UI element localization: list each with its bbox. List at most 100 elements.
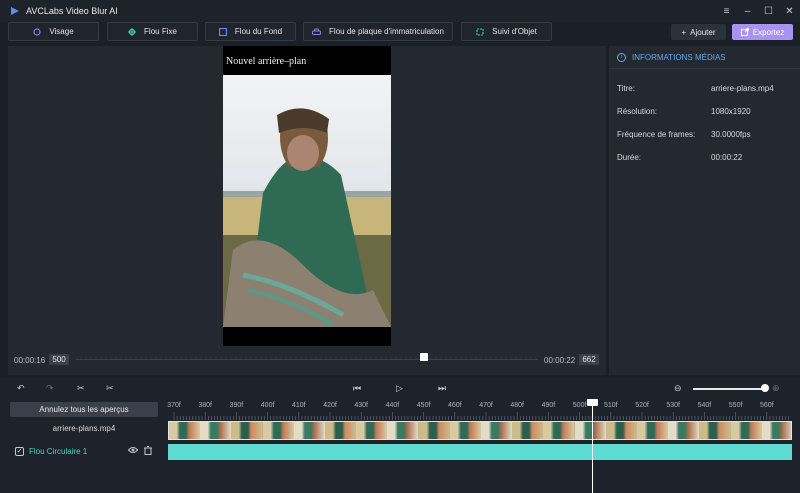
media-info-title: INFORMATIONS MÉDIAS <box>632 52 726 62</box>
split-icon[interactable]: ✂ <box>77 383 85 394</box>
current-frame-input[interactable]: 500 <box>49 354 69 365</box>
ruler-label: 550f <box>728 402 743 409</box>
redo-icon[interactable]: ↷ <box>46 383 54 394</box>
ruler-label: 440f <box>385 402 400 409</box>
playhead[interactable] <box>592 402 593 493</box>
video-preview[interactable]: Nouvel arrière–plan <box>223 46 391 346</box>
play-icon[interactable]: ▷ <box>396 383 403 394</box>
playhead-handle[interactable] <box>587 399 598 406</box>
filmstrip-frame <box>481 422 512 439</box>
ruler-label: 410f <box>291 402 306 409</box>
zoom-slider[interactable] <box>693 388 765 390</box>
video-frame <box>223 75 391 327</box>
layer-name: Flou Circulaire 1 <box>29 446 88 456</box>
zoom-slider-knob[interactable] <box>761 384 769 392</box>
scrubber-handle[interactable] <box>420 353 428 361</box>
background-icon <box>218 27 227 36</box>
info-value-resolution: 1080x1920 <box>711 107 751 116</box>
app-logo-icon <box>11 7 19 15</box>
filmstrip-frame <box>574 422 606 439</box>
blur-layer-row[interactable]: ✓ Flou Circulaire 1 <box>10 444 158 458</box>
zoom-out-icon[interactable]: ⊖ <box>674 383 682 394</box>
media-info-panel: i INFORMATIONS MÉDIAS Titre: arriere-pla… <box>609 46 800 375</box>
timeline-panel: ↶ ↷ ✂ ✂ ⏮ ▷ ⏭ ⊖ ⊕ Annulez tous les aperç… <box>0 378 800 493</box>
info-value-duration: 00:00:22 <box>711 153 743 162</box>
ruler-label: 480f <box>510 402 524 409</box>
previous-frame-icon[interactable]: ⏮ <box>353 383 361 394</box>
end-frame-input[interactable]: 662 <box>579 354 599 365</box>
car-icon <box>312 27 322 35</box>
export-label: Exportez <box>752 27 785 37</box>
object-track-button[interactable]: Suivi d'Objet <box>461 22 552 41</box>
filmstrip-frame <box>637 422 668 439</box>
target-icon <box>476 27 484 36</box>
blur-layer-bar[interactable] <box>168 444 792 460</box>
toolbar: Visage Flou Fixe Flou du Fond Flou de pl… <box>0 22 800 44</box>
minimize-icon[interactable]: – <box>737 0 758 22</box>
title-bar: AVCLabs Video Blur AI ≡ – ☐ ✕ <box>0 0 800 22</box>
cut-icon[interactable]: ✂ <box>106 383 114 394</box>
menu-icon[interactable]: ≡ <box>716 0 737 22</box>
export-button[interactable]: Exportez <box>732 24 793 40</box>
maximize-icon[interactable]: ☐ <box>758 0 779 22</box>
info-label-duration: Durée: <box>617 153 642 162</box>
filmstrip-frame <box>512 422 544 439</box>
trash-icon[interactable] <box>144 446 152 455</box>
crosshair-icon <box>128 27 137 36</box>
background-blur-button[interactable]: Flou du Fond <box>205 22 296 41</box>
face-icon <box>33 27 41 36</box>
face-blur-button[interactable]: Visage <box>8 22 99 41</box>
ruler-label: 400f <box>260 402 275 409</box>
filmstrip-frame <box>231 422 263 439</box>
current-time: 00:00:16 <box>14 356 46 365</box>
filmstrip-frame <box>169 422 200 439</box>
export-icon <box>740 28 749 36</box>
ruler-label: 420f <box>323 402 337 409</box>
background-blur-label: Flou du Fond <box>234 27 283 36</box>
info-value-title: arriere-plans.mp4 <box>711 84 774 93</box>
plate-blur-button[interactable]: Flou de plaque d'immatriculation <box>303 22 453 41</box>
eye-icon[interactable] <box>128 446 138 454</box>
ruler-label: 450f <box>416 402 431 409</box>
ruler-label: 460f <box>447 402 462 409</box>
undo-icon[interactable]: ↶ <box>17 383 25 394</box>
ruler-label: 380f <box>198 402 212 409</box>
object-track-label: Suivi d'Objet <box>492 27 537 36</box>
info-value-framerate: 30.0000fps <box>711 130 751 139</box>
fixed-blur-button[interactable]: Flou Fixe <box>107 22 198 41</box>
face-blur-label: Visage <box>49 27 74 36</box>
undo-all-previews-label: Annulez tous les aperçus <box>39 405 129 414</box>
video-filmstrip[interactable] <box>168 421 792 440</box>
close-icon[interactable]: ✕ <box>779 0 800 22</box>
filmstrip-frame <box>356 422 388 439</box>
undo-all-previews-button[interactable]: Annulez tous les aperçus <box>10 402 158 417</box>
ruler-label: 540f <box>697 402 712 409</box>
zoom-in-icon[interactable]: ⊕ <box>772 383 780 394</box>
ruler-label: 430f <box>354 402 368 409</box>
info-icon: i <box>617 52 626 62</box>
filmstrip-frame <box>262 422 294 439</box>
video-scene-image <box>223 108 391 327</box>
ruler-ticks <box>173 412 789 420</box>
video-track-name: arriere-plans.mp4 <box>52 424 116 433</box>
ruler-label: 490f <box>541 402 556 409</box>
ruler-label: 470f <box>479 402 493 409</box>
current-frame-value: 500 <box>52 355 66 364</box>
end-time: 00:00:22 <box>544 356 576 365</box>
filmstrip-frame <box>418 422 450 439</box>
app-title: AVCLabs Video Blur AI <box>26 6 118 16</box>
ruler-label: 390f <box>229 402 244 409</box>
filmstrip-frame <box>761 422 791 439</box>
next-frame-icon[interactable]: ⏭ <box>438 383 446 394</box>
filmstrip-frame <box>605 422 637 439</box>
end-frame-value: 662 <box>582 355 596 364</box>
scrubber-ticks <box>76 357 537 360</box>
filmstrip-frame <box>293 422 325 439</box>
add-button[interactable]: + Ajouter <box>671 24 726 40</box>
filmstrip-frame <box>325 422 356 439</box>
layer-visibility-checkbox[interactable]: ✓ <box>15 446 24 456</box>
ruler-label: 530f <box>666 402 680 409</box>
fixed-blur-label: Flou Fixe <box>144 27 177 36</box>
ruler-label: 520f <box>635 402 649 409</box>
plate-blur-label: Flou de plaque d'immatriculation <box>329 27 444 36</box>
